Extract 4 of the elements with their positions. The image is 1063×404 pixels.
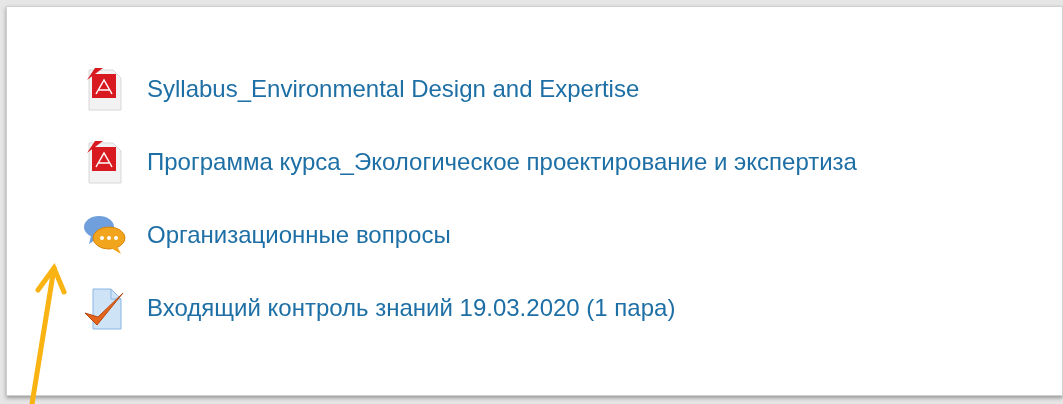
activity-link[interactable]: Программа курса_Экологическое проектирование и экспертиза — [147, 150, 857, 174]
activity-link[interactable]: Организационные вопросы — [147, 223, 451, 247]
activity-link[interactable]: Syllabus_Environmental Design and Expertise — [147, 77, 640, 101]
activity-link[interactable]: Входящий контроль знаний 19.03.2020 (1 пара) — [147, 296, 676, 320]
